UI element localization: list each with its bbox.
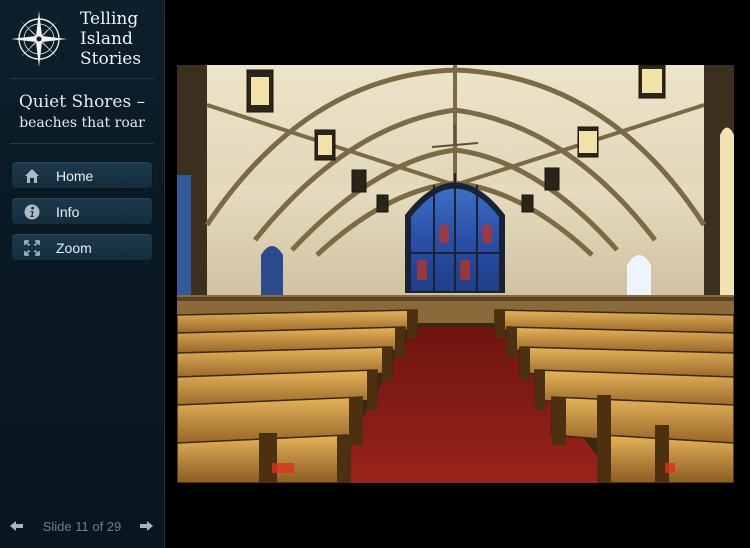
home-button[interactable]: Home bbox=[11, 161, 153, 189]
info-label: Info bbox=[56, 204, 80, 220]
gallery-title: Quiet Shores – beaches that roar bbox=[0, 92, 164, 132]
info-button[interactable]: Info bbox=[11, 197, 153, 225]
gallery-subtitle: beaches that roar bbox=[19, 115, 145, 131]
zoom-label: Zoom bbox=[56, 240, 92, 256]
brand-line-2: Island bbox=[80, 29, 133, 49]
home-label: Home bbox=[56, 168, 94, 184]
church-interior-image bbox=[177, 65, 734, 483]
slide-photo[interactable] bbox=[177, 65, 734, 483]
compass-rose-logo bbox=[11, 11, 67, 67]
info-icon bbox=[24, 204, 40, 220]
home-icon bbox=[25, 169, 39, 183]
divider bbox=[10, 78, 154, 79]
divider bbox=[10, 143, 154, 144]
brand-line-3: Stories bbox=[80, 49, 142, 69]
zoom-button[interactable]: Zoom bbox=[11, 233, 153, 261]
sidebar: Telling Island Stories Quiet Shores – be… bbox=[0, 0, 165, 548]
brand-line-1: Telling bbox=[80, 9, 139, 29]
slide-navigation: Slide 11 of 29 bbox=[0, 515, 164, 539]
brand-title: Telling Island Stories bbox=[80, 9, 141, 69]
gallery-title-text: Quiet Shores – bbox=[18, 92, 146, 112]
arrow-right-icon[interactable] bbox=[138, 518, 154, 534]
zoom-icon bbox=[24, 240, 40, 256]
